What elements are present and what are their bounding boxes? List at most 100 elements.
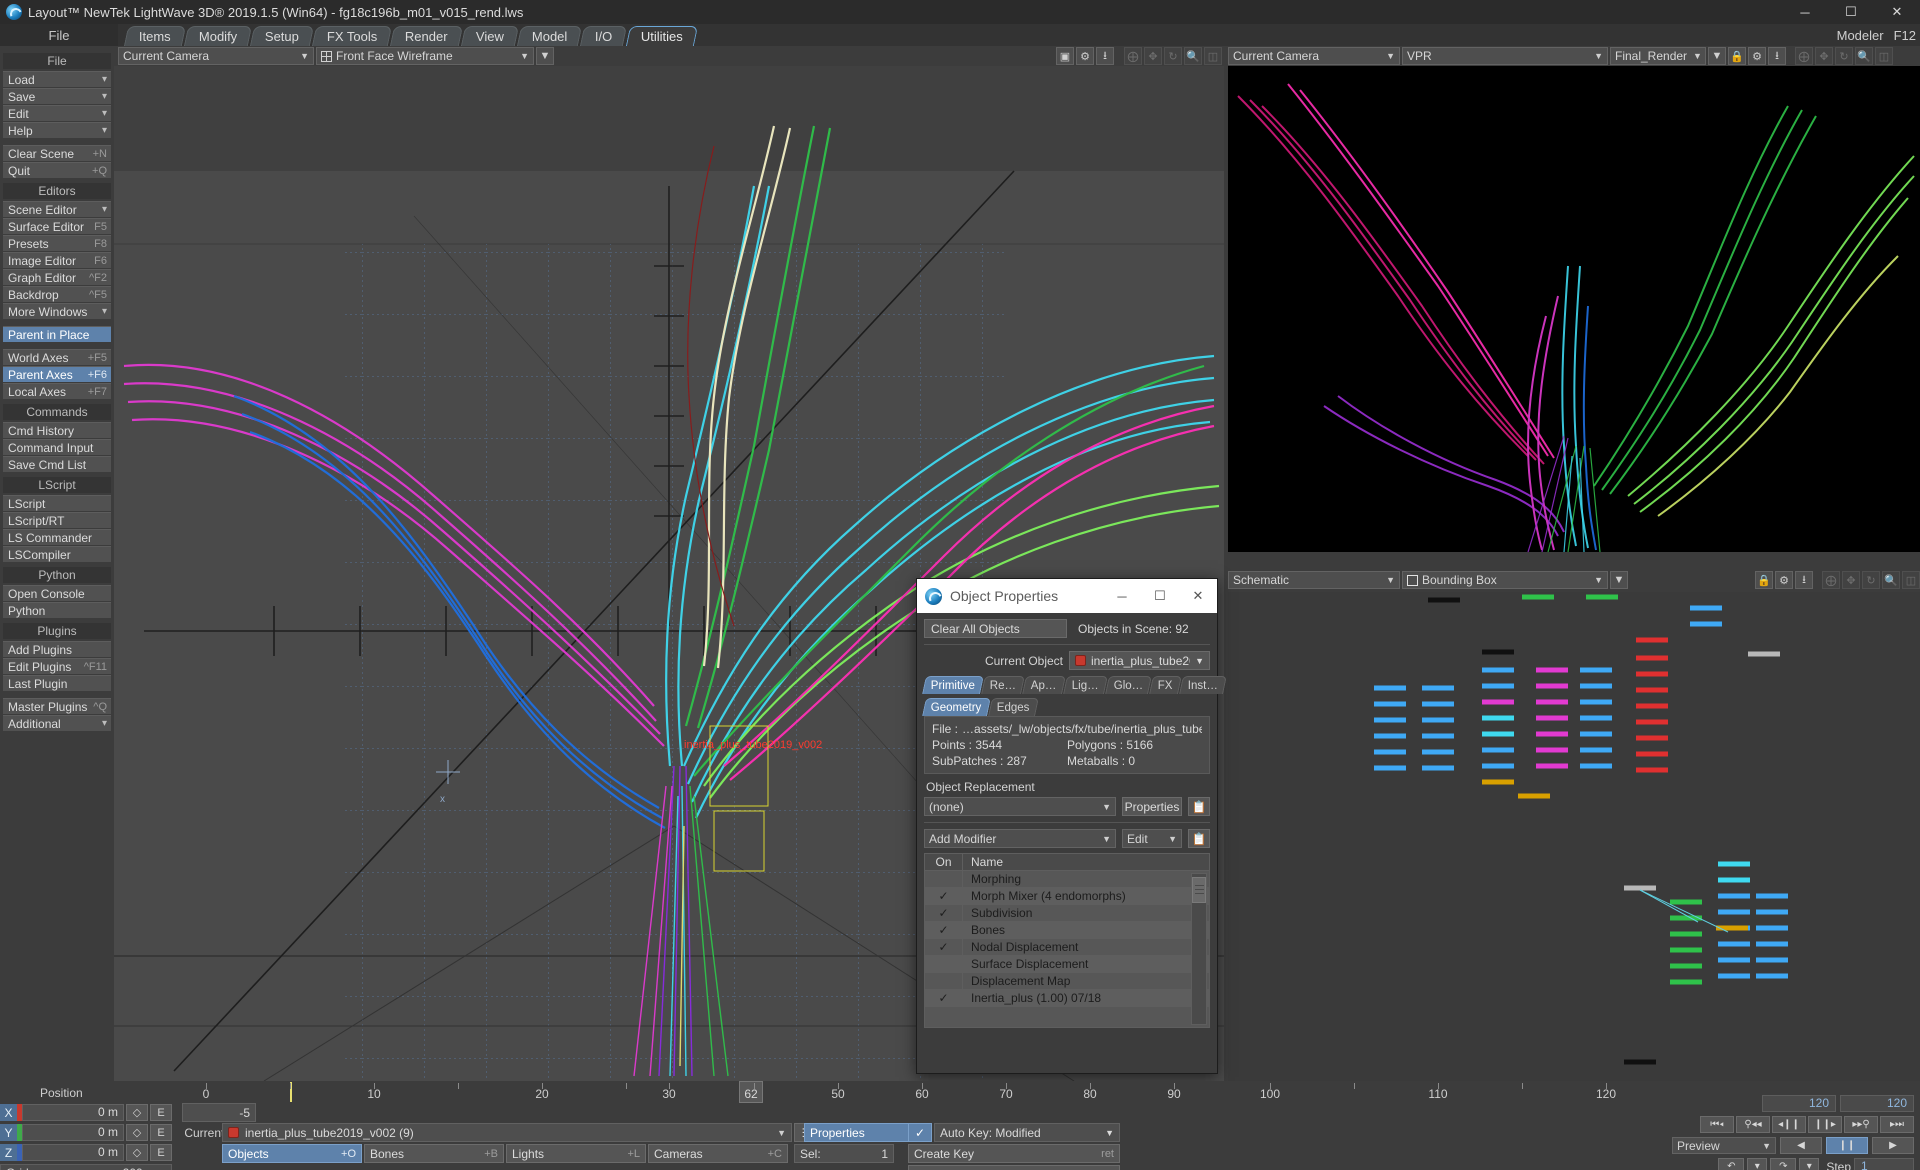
tab-items[interactable]: Items [123,26,186,46]
sidebar-item-presets[interactable]: Presets F8 [3,235,111,251]
minimize-icon[interactable]: ─ [1782,0,1828,24]
tab-utilities[interactable]: Utilities [625,26,698,46]
select-cameras-button[interactable]: Cameras +C [648,1144,788,1163]
persp-viewport-camera-select[interactable]: Current Camera ▼ [1228,47,1400,65]
tab-render[interactable]: Render [390,26,464,46]
tab-io[interactable]: I/O [580,26,628,46]
modifier-checkbox[interactable]: ✓ [925,990,963,1006]
gear-icon[interactable]: ⚙ [1748,47,1766,65]
pause-icon[interactable]: ❙❙ [1826,1137,1868,1154]
object-replacement-select[interactable]: (none) ▼ [924,797,1116,816]
maximize-viewport-icon[interactable]: ◫ [1902,571,1920,589]
sidebar-item-backdrop[interactable]: Backdrop ^F5 [3,286,111,302]
file-menu-tab[interactable]: File [0,24,118,46]
sidebar-item-scene-editor[interactable]: Scene Editor ▾ [3,201,111,217]
schematic-mode-select[interactable]: Bounding Box ▼ [1402,571,1608,589]
sidebar-item-graph-editor[interactable]: Graph Editor ^F2 [3,269,111,285]
tab-appearance[interactable]: Ap… [1022,676,1066,694]
close-icon[interactable]: ✕ [1179,579,1217,613]
list-item[interactable]: ✓ Morph Mixer (4 endomorphs) [925,888,1209,905]
sidebar-item-edit[interactable]: Edit ▾ [3,105,111,121]
move-icon[interactable]: ✥ [1842,571,1860,589]
center-icon[interactable]: ⨁ [1795,47,1813,65]
modifier-list[interactable]: Morphing ✓ Morph Mixer (4 endomorphs) ✓ Su… [924,870,1210,1028]
delete-key-button[interactable]: Delete Keydel [908,1165,1120,1170]
sidebar-item-python[interactable]: Python [3,602,111,618]
minimize-icon[interactable]: ─ [1103,579,1141,613]
sidebar-item-edit-plugins[interactable]: Edit Plugins ^F11 [3,658,111,674]
clear-all-objects-button[interactable]: Clear All Objects [924,619,1067,638]
modifier-checkbox[interactable] [925,956,963,972]
next-key-icon[interactable]: ▸▸⚲ [1844,1116,1878,1133]
tab-fx[interactable]: FX [1149,676,1182,694]
sidebar-item-ls-commander[interactable]: LS Commander [3,529,111,545]
clipboard-icon[interactable]: 📋 [1188,829,1210,848]
tab-fxtools[interactable]: FX Tools [311,26,393,46]
clipboard-icon[interactable]: 📋 [1188,797,1210,816]
list-item[interactable]: ✓ Subdivision [925,905,1209,922]
select-objects-button[interactable]: Objects +O [222,1144,362,1163]
object-properties-dialog[interactable]: Object Properties ─ ☐ ✕ Clear All Object… [916,578,1227,1074]
rotate-icon[interactable]: ↻ [1835,47,1853,65]
sidebar-item-last-plugin[interactable]: Last Plugin [3,675,111,691]
sidebar-item-save[interactable]: Save ▾ [3,88,111,104]
sidebar-item-world-axes[interactable]: World Axes +F5 [3,349,111,365]
properties-button[interactable]: Propertiesp [804,1123,922,1142]
position-x-field[interactable]: 0 m [22,1104,124,1121]
zoom-icon[interactable]: 🔍 [1882,571,1900,589]
list-item[interactable]: Morphing [925,871,1209,888]
gear-icon[interactable]: ⚙ [1076,47,1094,65]
modifier-checkbox[interactable]: ✓ [925,939,963,955]
zoom-icon[interactable]: 🔍 [1855,47,1873,65]
sidebar-item-load[interactable]: Load ▾ [3,71,111,87]
sidebar-item-additional[interactable]: Additional ▾ [3,715,111,731]
tab-modify[interactable]: Modify [183,26,253,46]
frame-start-field[interactable]: -5 [182,1103,256,1122]
list-item[interactable]: Surface Displacement [925,956,1209,973]
export-icon[interactable]: ⭳ [1795,571,1813,589]
go-to-end-icon[interactable]: ▸⏭ [1880,1116,1914,1133]
sidebar-item-parent-in-place[interactable]: Parent in Place [3,326,111,342]
redo-menu-chevron-down-icon[interactable]: ▾ [1799,1158,1820,1170]
chevron-down-icon[interactable]: ▼ [1708,47,1726,65]
schematic-viewport[interactable] [1228,592,1920,1082]
axis-label-y[interactable]: Y [0,1124,17,1141]
modifier-list-scroll-thumb[interactable] [1192,877,1206,903]
add-modifier-select[interactable]: Add Modifier ▼ [924,829,1116,848]
move-icon[interactable]: ✥ [1815,47,1833,65]
modifier-checkbox[interactable]: ✓ [925,905,963,921]
persp-viewport-mode-select[interactable]: VPR ▼ [1402,47,1608,65]
nudge-z-icon[interactable]: ◇ [126,1144,148,1161]
sidebar-item-add-plugins[interactable]: Add Plugins [3,641,111,657]
tab-primitive[interactable]: Primitive [922,676,985,694]
nudge-x-icon[interactable]: ◇ [126,1104,148,1121]
tab-rendering[interactable]: Re… [981,676,1026,694]
undo-icon[interactable]: ↶ [1718,1158,1745,1170]
tab-view[interactable]: View [460,26,520,46]
sidebar-item-quit[interactable]: Quit +Q [3,162,111,178]
modifier-checkbox[interactable]: ✓ [925,888,963,904]
zoom-icon[interactable]: 🔍 [1184,47,1202,65]
timeline-ruler[interactable]: 0 10 20 30 62 50 60 70 80 90 [114,1081,1224,1103]
lock-icon[interactable]: 🔒 [1755,571,1773,589]
list-item[interactable]: ✓ Nodal Displacement [925,939,1209,956]
prev-frame-icon[interactable]: ◂❙❙ [1772,1116,1806,1133]
main-viewport-camera-select[interactable]: Current Camera ▼ [118,47,314,65]
chevron-down-icon[interactable]: ▼ [536,47,554,65]
autokey-select[interactable]: Auto Key: Modified ▼ [934,1123,1120,1142]
step-field[interactable]: 1 [1854,1158,1914,1170]
main-viewport-shading-select[interactable]: Front Face Wireframe ▼ [316,47,534,65]
redo-icon[interactable]: ↷ [1770,1158,1797,1170]
preview-select[interactable]: Preview ▼ [1672,1137,1776,1154]
position-z-field[interactable]: 0 m [22,1144,124,1161]
select-lights-button[interactable]: Lights +L [506,1144,646,1163]
persp-viewport-vpr-render[interactable] [1228,66,1920,552]
list-item[interactable]: Displacement Map [925,973,1209,990]
object-replacement-properties-button[interactable]: Properties [1122,797,1182,816]
close-icon[interactable]: ✕ [1874,0,1920,24]
play-forward-icon[interactable]: ▶ [1872,1137,1914,1154]
current-object-select[interactable]: inertia_plus_tube20… ▼ [1069,651,1210,670]
tab-edges[interactable]: Edges [987,698,1039,716]
export-icon[interactable]: ⭳ [1096,47,1114,65]
modifier-checkbox[interactable] [925,973,963,989]
